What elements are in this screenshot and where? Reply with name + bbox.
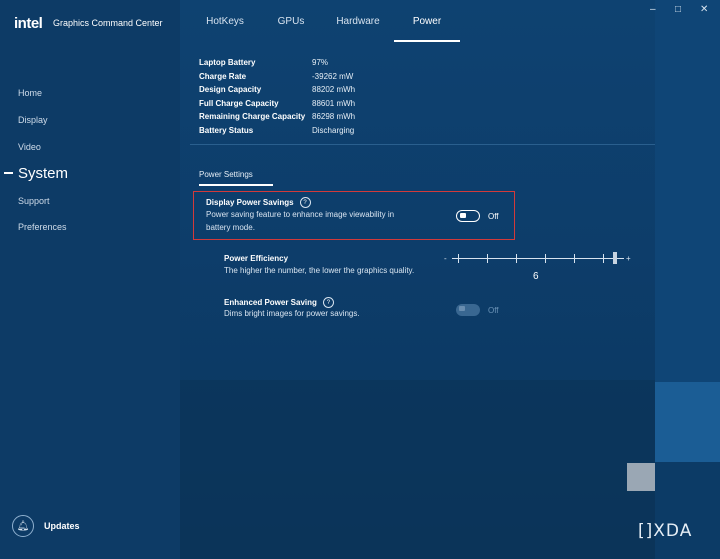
info-value: -39262 mW (312, 71, 354, 81)
power-efficiency-slider-track[interactable] (452, 258, 624, 259)
slider-tick (487, 254, 488, 263)
info-row: Remaining Charge Capacity 86298 mWh (199, 110, 355, 124)
enhanced-power-saving-toggle[interactable] (456, 304, 480, 316)
info-row: Full Charge Capacity 88601 mWh (199, 97, 355, 111)
background-block (627, 463, 655, 491)
background-block (655, 382, 720, 462)
info-key: Full Charge Capacity (199, 98, 279, 108)
tab-hotkeys[interactable]: HotKeys (190, 16, 260, 38)
updates-label: Updates (44, 521, 80, 531)
tab-hardware[interactable]: Hardware (322, 16, 394, 38)
help-icon[interactable]: ? (299, 197, 311, 208)
tab-gpus[interactable]: GPUs (260, 16, 322, 38)
xda-watermark: []XDA (638, 521, 693, 541)
slider-plus-label: + (626, 254, 631, 263)
display-power-savings-label: Display Power Savings (206, 198, 294, 207)
info-value: Discharging (312, 125, 355, 135)
sidebar-item-video[interactable]: Video (18, 142, 41, 152)
close-button[interactable]: ✕ (700, 4, 708, 15)
sidebar-item-home[interactable]: Home (18, 88, 42, 98)
slider-tick (574, 254, 575, 263)
section-divider (190, 144, 655, 145)
slider-tick (516, 254, 517, 263)
sidebar-background (0, 0, 180, 559)
slider-tick (458, 254, 459, 263)
desc-line: Power saving feature to enhance image vi… (206, 210, 395, 219)
app-window: intel Graphics Command Center – □ ✕ Home… (0, 0, 720, 559)
minimize-button[interactable]: – (650, 4, 656, 15)
intel-logo: intel (14, 15, 43, 32)
info-row: Battery Status Discharging (199, 124, 355, 138)
info-key: Design Capacity (199, 85, 262, 95)
enhanced-power-saving-label: Enhanced Power Saving (224, 298, 317, 307)
enhanced-power-saving-state: Off (488, 306, 499, 315)
enhanced-power-saving-desc: Dims bright images for power savings. (224, 309, 360, 318)
toggle-knob (459, 306, 465, 311)
info-key: Remaining Charge Capacity (199, 112, 306, 122)
battery-info: Laptop Battery 97% Charge Rate -39262 mW… (199, 56, 355, 137)
info-key: Charge Rate (199, 71, 247, 81)
slider-minus-label: - (444, 254, 447, 263)
sidebar-item-system[interactable]: System (18, 165, 68, 182)
info-value: 88202 mWh (312, 85, 356, 95)
info-key: Battery Status (199, 125, 254, 135)
power-efficiency-desc: The higher the number, the lower the gra… (224, 266, 415, 275)
info-row: Charge Rate -39262 mW (199, 70, 355, 84)
active-tab-underline (394, 40, 460, 42)
sidebar-item-support[interactable]: Support (18, 196, 50, 206)
toggle-knob (460, 213, 466, 218)
display-power-savings-toggle[interactable] (456, 210, 480, 222)
active-indicator (4, 172, 13, 174)
info-value: 97% (312, 58, 329, 68)
info-value: 86298 mWh (312, 112, 356, 122)
maximize-button[interactable]: □ (675, 4, 681, 15)
tab-power-settings[interactable]: Power Settings (199, 170, 253, 179)
background-block (655, 462, 720, 559)
power-efficiency-title: Power Efficiency (224, 254, 289, 263)
display-power-savings-state: Off (488, 212, 499, 221)
display-power-savings-desc: Power saving feature to enhance image vi… (206, 208, 394, 234)
tab-power[interactable]: Power (394, 16, 460, 38)
info-key: Laptop Battery (199, 58, 256, 68)
section-tab-underline (199, 184, 273, 186)
info-row: Design Capacity 88202 mWh (199, 83, 355, 97)
power-efficiency-slider-thumb[interactable] (613, 252, 617, 264)
sidebar-item-preferences[interactable]: Preferences (18, 222, 67, 232)
sidebar-item-display[interactable]: Display (18, 115, 48, 125)
desc-line: battery mode. (206, 223, 255, 232)
app-title: Graphics Command Center (53, 18, 163, 28)
top-tabs: HotKeys GPUs Hardware Power (190, 16, 460, 38)
bell-icon: 🔔︎ (12, 515, 34, 537)
updates-button[interactable]: 🔔︎ Updates (12, 515, 80, 537)
display-power-savings-title: Display Power Savings ? (206, 197, 311, 208)
power-efficiency-value: 6 (533, 271, 539, 282)
info-row: Laptop Battery 97% (199, 56, 355, 70)
info-value: 88601 mWh (312, 98, 356, 108)
slider-tick (603, 254, 604, 263)
slider-tick (545, 254, 546, 263)
